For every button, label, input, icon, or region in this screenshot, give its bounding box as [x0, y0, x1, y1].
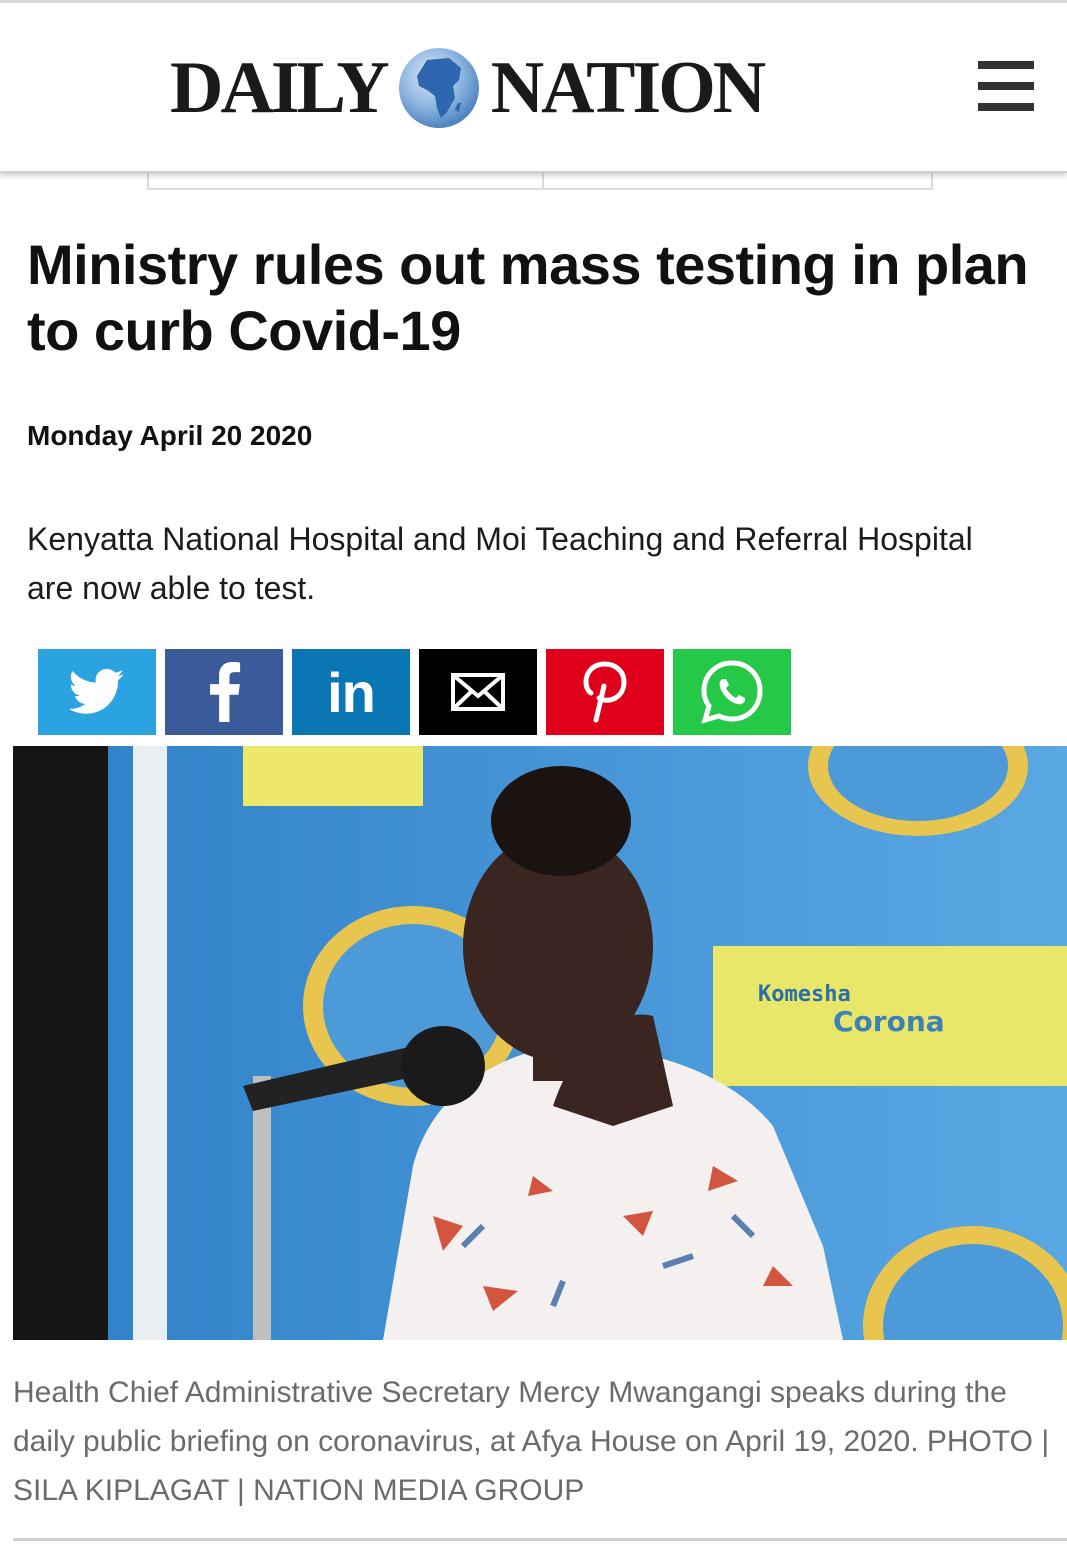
share-email-button[interactable]	[419, 649, 537, 735]
site-header: DAILY NATION	[0, 3, 1067, 173]
article-summary: Kenyatta National Hospital and Moi Teach…	[27, 521, 973, 606]
share-linkedin-button[interactable]: in	[292, 649, 410, 735]
share-pinterest-button[interactable]	[546, 649, 664, 735]
menu-bar	[978, 61, 1034, 69]
section-tab-bar	[147, 172, 933, 190]
share-twitter-button[interactable]	[38, 649, 156, 735]
share-facebook-button[interactable]	[165, 649, 283, 735]
banner-text-komesha: Komesha	[758, 982, 851, 1007]
menu-bar	[978, 103, 1034, 111]
share-bar: in	[38, 649, 791, 735]
article-headline: Ministry rules out mass testing in plan …	[27, 233, 1029, 362]
photo-caption: Health Chief Administrative Secretary Me…	[13, 1376, 1050, 1507]
whatsapp-icon	[701, 660, 763, 724]
envelope-icon	[451, 673, 505, 711]
hamburger-menu-icon[interactable]	[978, 61, 1034, 111]
menu-bar	[978, 82, 1034, 90]
article-date: Monday April 20 2020	[27, 420, 313, 451]
bottom-divider	[13, 1538, 1067, 1541]
tab-divider	[542, 172, 544, 188]
share-whatsapp-button[interactable]	[673, 649, 791, 735]
pinterest-p-icon	[583, 661, 627, 723]
twitter-bird-icon	[69, 668, 125, 714]
africa-globe-icon	[398, 48, 479, 128]
banner-text-corona: Corona	[833, 1005, 945, 1038]
daily-nation-logo[interactable]: DAILY NATION	[170, 43, 767, 133]
logo-word-nation: NATION	[490, 47, 767, 129]
facebook-f-icon	[210, 662, 241, 722]
linkedin-in-icon: in	[327, 660, 376, 724]
article-photo[interactable]: Komesha Corona	[13, 746, 1067, 1340]
logo-word-daily: DAILY	[170, 47, 390, 129]
photo-illustration: Komesha Corona	[13, 746, 1067, 1340]
